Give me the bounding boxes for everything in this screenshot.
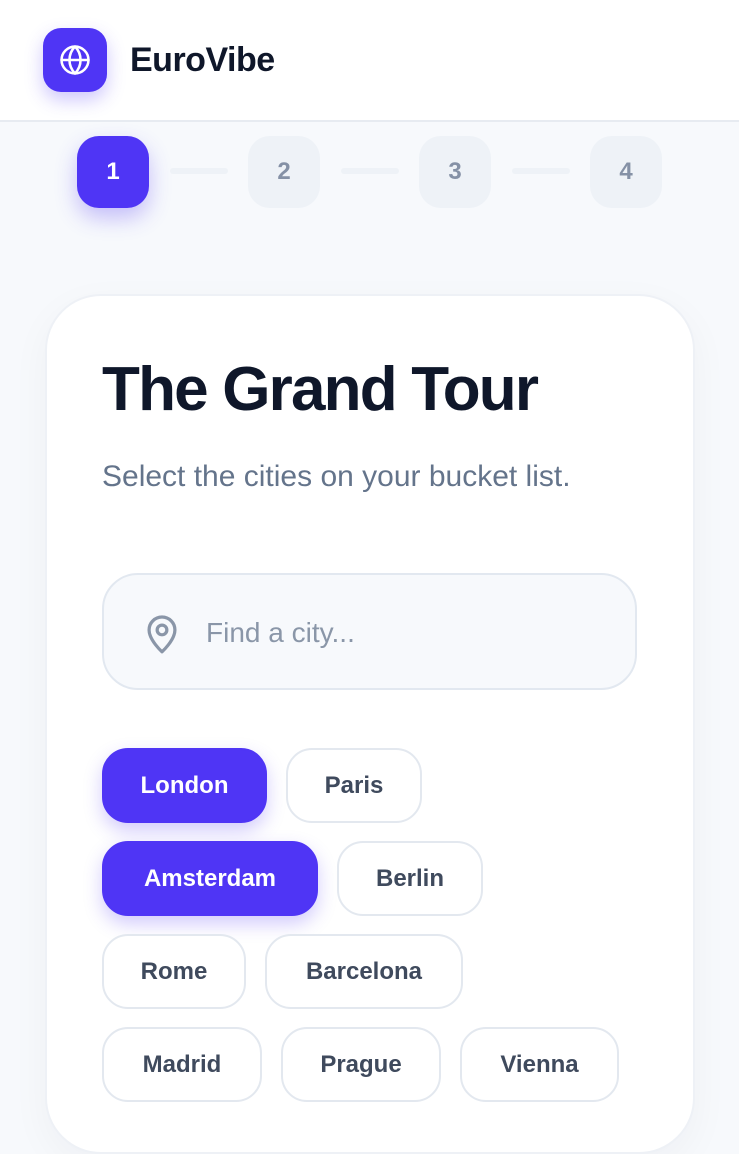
city-chip-vienna[interactable]: Vienna [460,1027,619,1102]
city-chip-barcelona[interactable]: Barcelona [265,934,463,1009]
step-4[interactable]: 4 [590,136,662,208]
step-connector [170,168,228,174]
page-subtitle: Select the cities on your bucket list. [102,460,571,493]
brand-name: EuroVibe [130,41,275,79]
logo[interactable] [43,28,107,92]
city-chip-berlin[interactable]: Berlin [337,841,483,916]
app-header: EuroVibe [0,0,739,122]
step-1[interactable]: 1 [77,136,149,208]
city-chip-prague[interactable]: Prague [281,1027,441,1102]
page-title: The Grand Tour [102,355,539,424]
search-input[interactable] [206,605,606,661]
city-chip-paris[interactable]: Paris [286,748,422,823]
globe-icon [60,45,90,75]
city-chip-amsterdam[interactable]: Amsterdam [102,841,318,916]
step-connector [512,168,570,174]
city-chip-rome[interactable]: Rome [102,934,246,1009]
city-chip-london[interactable]: London [102,748,267,823]
city-chip-madrid[interactable]: Madrid [102,1027,262,1102]
map-pin-icon [147,615,177,654]
step-connector [341,168,399,174]
step-3[interactable]: 3 [419,136,491,208]
step-2[interactable]: 2 [248,136,320,208]
city-search[interactable] [102,573,637,690]
